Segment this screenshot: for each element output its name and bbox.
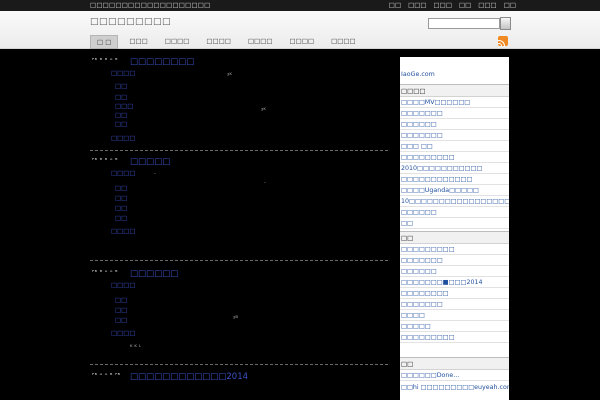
nav-item[interactable]: □□□□ <box>325 35 362 49</box>
sidebar-heading: □□□□ <box>400 84 509 97</box>
post-snippet: ᶾᴷ <box>227 72 232 79</box>
post-tag[interactable]: □□ <box>115 184 127 192</box>
post-date: ᴾᴮ ᴮ ᴬ ᴬ ᴮ <box>92 270 118 276</box>
post-tag[interactable]: □□ <box>115 120 127 128</box>
post-separator <box>90 150 388 151</box>
sidebar-link[interactable]: □□□□MV□□□□□□ <box>400 97 509 108</box>
rss-icon[interactable] <box>498 36 508 46</box>
post-separator <box>90 260 388 261</box>
sidebar-heading: □□ <box>400 357 509 370</box>
post-tag[interactable]: □□ <box>115 194 127 202</box>
sidebar-link[interactable]: □□hi □□□□□□□□□euyeah.com □□□□□ <box>400 382 509 393</box>
sidebar-link[interactable]: □□□□□ <box>400 321 509 332</box>
post-title[interactable]: □□□□□□□□□□□□2014 <box>130 372 248 382</box>
sidebar-link[interactable]: □□□□□□Done... <box>400 370 509 381</box>
top-nav: □□ □□□ □□□ □□ □□□ □□ <box>389 1 516 9</box>
post-snippet: ᶾᴮ <box>233 315 238 322</box>
nav-item-home[interactable]: □ □ <box>90 35 119 49</box>
post-category[interactable]: □□□□ <box>111 281 136 289</box>
top-nav-item[interactable]: □□□ <box>478 1 496 9</box>
top-bar: □□□□□□□□□□□□□□□□□□□ □□ □□□ □□□ □□ □□□ □□ <box>0 0 600 11</box>
post-snippet: ᶾᴷ <box>261 107 266 114</box>
top-nav-item[interactable]: □□ <box>459 1 471 9</box>
sidebar-link[interactable]: □□□□□□□ <box>400 130 509 141</box>
sidebar-heading: □□ <box>400 231 509 244</box>
post-comments[interactable]: □□□□ <box>111 227 136 235</box>
sidebar-link[interactable]: □□□□□□ <box>400 266 509 277</box>
sidebar-link[interactable]: □□□□□□□□□ <box>400 244 509 255</box>
post-title[interactable]: □□□□□ <box>130 157 170 167</box>
post-tag[interactable]: □□ <box>115 111 127 119</box>
site-tagline: □□□□□□□□□□□□□□□□□□□ <box>90 1 211 9</box>
post-snippet: · <box>264 180 266 187</box>
nav-item[interactable]: □□□ <box>123 35 153 49</box>
nav-item[interactable]: □□□□ <box>159 35 196 49</box>
post-snippet: · <box>154 171 156 178</box>
post-category[interactable]: □□□□ <box>111 69 136 77</box>
search-button[interactable] <box>500 17 511 30</box>
post-title[interactable]: □□□□□□ <box>130 269 178 279</box>
sidebar-link[interactable]: □□□□□□□ <box>400 255 509 266</box>
sidebar-link[interactable]: IaoGe.com <box>400 69 509 80</box>
sidebar-link[interactable]: 2010□□□□□□□□□□□ <box>400 163 509 174</box>
post-date: ᴾᴮ ᴬ ᴬ ᴮ ᴾᴮ <box>92 373 121 379</box>
sidebar-link[interactable]: □□□□□□□□ <box>400 288 509 299</box>
post-tag[interactable]: □□□ <box>115 102 133 110</box>
sidebar-link[interactable]: □□□□□□ <box>400 207 509 218</box>
nav-item[interactable]: □□□□ <box>242 35 279 49</box>
sidebar-link[interactable]: □□□□□□□ <box>400 108 509 119</box>
sidebar-link[interactable]: □□□ □□ <box>400 141 509 152</box>
post-tag[interactable]: □□ <box>115 214 127 222</box>
top-nav-item[interactable]: □□ <box>389 1 401 9</box>
nav-item[interactable]: □□□□ <box>284 35 321 49</box>
main-nav: □ □ □□□ □□□□ □□□□ □□□□ □□□□ □□□□ <box>90 35 367 49</box>
sidebar: IaoGe.com □□□□ □□□□MV□□□□□□ □□□□□□□ □□□□… <box>400 57 509 400</box>
post-comments[interactable]: □□□□ <box>111 134 136 142</box>
sidebar-link[interactable]: 10□□□□□□□□□□□□□□□□□□□□□□□ <box>400 196 509 207</box>
post-date: ᴾᴮ ᴮ ᴮ ᴬ ᴮ <box>92 58 118 64</box>
post-tag[interactable]: □□ <box>115 82 127 90</box>
sidebar-link[interactable]: □□□□□□□□□ <box>400 152 509 163</box>
top-nav-item[interactable]: □□ <box>504 1 516 9</box>
post-comments[interactable]: □□□□ <box>111 329 136 337</box>
nav-item[interactable]: □□□□ <box>200 35 237 49</box>
top-nav-item[interactable]: □□□ <box>434 1 452 9</box>
post-snippet: ᴷ ᴷ ᴸ <box>130 344 141 351</box>
site-header: □□□□□□□□□ □ □ □□□ □□□□ □□□□ □□□□ □□□□ □□… <box>0 11 600 49</box>
top-nav-item[interactable]: □□□ <box>408 1 426 9</box>
sidebar-link[interactable]: □□ <box>400 218 509 229</box>
post-tag[interactable]: □□ <box>115 296 127 304</box>
sidebar-link[interactable]: □□□□□□□■□□□2014 <box>400 277 509 288</box>
sidebar-link[interactable]: □□□□Uganda□□□□□ <box>400 185 509 196</box>
post-title[interactable]: □□□□□□□□ <box>130 57 194 67</box>
sidebar-link[interactable]: □□□□ <box>400 310 509 321</box>
sidebar-link[interactable]: □□□□□□ <box>400 119 509 130</box>
post-category[interactable]: □□□□ <box>111 169 136 177</box>
search-input[interactable] <box>428 18 500 29</box>
post-tag[interactable]: □□ <box>115 93 127 101</box>
post-date: ᴾᴮ ᴮ ᴮ ᴬ ᴮ <box>92 158 118 164</box>
sidebar-link[interactable]: □□□□□□□□□□□□ <box>400 174 509 185</box>
post-tag[interactable]: □□ <box>115 306 127 314</box>
post-separator <box>90 364 388 365</box>
site-title[interactable]: □□□□□□□□□ <box>90 17 171 27</box>
post-tag[interactable]: □□ <box>115 316 127 324</box>
sidebar-link[interactable]: □□□□□□□ <box>400 299 509 310</box>
post-tag[interactable]: □□ <box>115 204 127 212</box>
sidebar-link[interactable]: □□□□□□□□□ <box>400 332 509 343</box>
